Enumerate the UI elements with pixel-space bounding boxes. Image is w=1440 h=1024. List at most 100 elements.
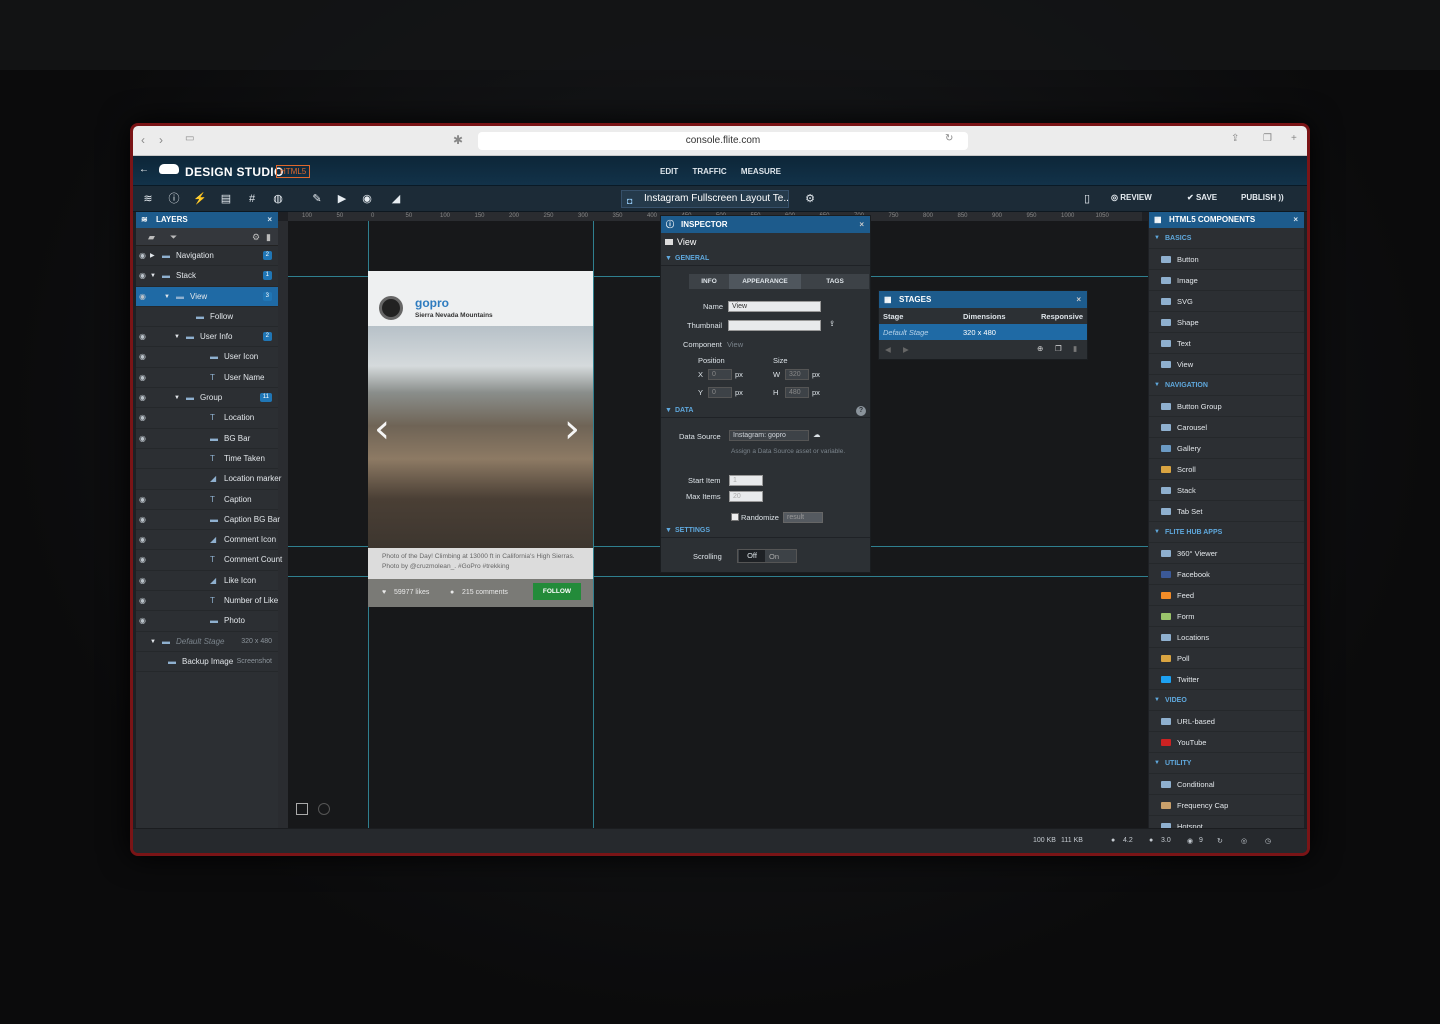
y-field[interactable]: 0 [708,387,732,398]
component-item[interactable]: Poll [1149,648,1304,669]
layer-row[interactable]: ◉ T Number of Like [136,591,278,612]
layer-row[interactable]: ◉ ▶ ▬ Navigation 2 [136,246,278,267]
visibility-icon[interactable]: ◉ [139,327,146,347]
name-field[interactable]: View [728,301,821,312]
component-group-header[interactable]: BASICS [1149,228,1304,249]
circle-icon[interactable] [318,803,330,815]
layer-row[interactable]: ◉ ▼ ▬ Stack 1 [136,266,278,287]
publish-button[interactable]: PUBLISH )) [1241,193,1284,202]
component-item[interactable]: Twitter [1149,669,1304,690]
scrolling-off[interactable]: Off [739,550,765,562]
component-item[interactable]: 360° Viewer [1149,543,1304,564]
play-icon[interactable]: ▶ [333,191,351,207]
layer-row[interactable]: ▬ Backup Image Screenshot [136,652,278,673]
help-icon[interactable]: ? [856,406,866,416]
component-group-header[interactable]: NAVIGATION [1149,375,1304,396]
start-item-field[interactable]: 1 [729,475,763,486]
lightning-icon[interactable]: ⚡ [191,191,209,207]
visibility-icon[interactable]: ◉ [139,611,146,631]
nav-edit[interactable]: EDIT [660,167,678,176]
visibility-icon[interactable]: ◉ [139,429,146,449]
align-icon[interactable]: ◢ [387,191,405,207]
new-tab-icon[interactable]: + [1291,133,1297,144]
layer-row[interactable]: ◉ T Caption [136,490,278,510]
back-arrow-icon[interactable]: ← [139,164,149,175]
component-item[interactable]: View [1149,354,1304,375]
close-icon[interactable]: × [1076,291,1081,308]
clock-icon[interactable]: ◷ [1265,837,1271,845]
duplicate-icon[interactable]: ❐ [1055,344,1062,353]
layer-row[interactable]: ◉ ▬ Photo [136,611,278,632]
follow-button[interactable]: FOLLOW [533,583,581,600]
folder-add-icon[interactable]: ▰ [148,232,155,243]
layer-row[interactable]: ◉ ▼ ▬ Group 11 [136,388,278,409]
settings-section[interactable]: ▼ SETTINGS [661,524,870,538]
component-item[interactable]: Gallery [1149,438,1304,459]
frame-icon[interactable] [296,803,308,815]
film-icon[interactable]: ▤ [217,191,235,207]
thumbnail-field[interactable] [728,320,821,331]
randomize-field[interactable]: result [783,512,823,523]
randomize-checkbox[interactable] [731,513,739,521]
trash-icon[interactable]: ▮ [1073,344,1077,353]
visibility-icon[interactable]: ◉ [139,530,146,550]
next-arrow-icon[interactable]: › [564,406,580,452]
next-icon[interactable]: ▶ [903,345,909,354]
component-item[interactable]: YouTube [1149,732,1304,753]
instagram-preview[interactable]: gopro Sierra Nevada Mountains ‹ › Photo … [368,271,593,607]
component-item[interactable]: Scroll [1149,459,1304,480]
prev-icon[interactable]: ◀ [885,345,891,354]
address-bar[interactable]: console.flite.com [478,132,968,150]
layer-row[interactable]: ◢ Location marker [136,469,281,490]
forward-icon[interactable]: › [159,133,163,147]
visibility-icon[interactable]: ◉ [139,266,146,286]
layer-row[interactable]: ◉ T Location [136,408,278,429]
reload-icon[interactable]: ↻ [945,133,953,144]
visibility-icon[interactable]: ◉ [139,510,146,530]
component-item[interactable]: Image [1149,270,1304,291]
expand-caret-icon[interactable]: ▼ [150,632,156,652]
layout-title[interactable]: ◘ Instagram Fullscreen Layout Te... [621,190,789,208]
back-icon[interactable]: ‹ [141,133,145,147]
visibility-icon[interactable]: ◉ [139,550,146,570]
component-item[interactable]: Button Group [1149,396,1304,417]
close-icon[interactable]: × [1293,212,1298,228]
layer-row[interactable]: ▼ ▬ Default Stage 320 x 480 [136,632,278,652]
review-button[interactable]: ◎ REVIEW [1111,193,1152,202]
stage-row[interactable]: Default Stage 320 x 480 [879,324,1087,340]
visibility-icon[interactable]: ◉ [139,246,146,266]
h-field[interactable]: 480 [785,387,809,398]
component-item[interactable]: Tab Set [1149,501,1304,522]
globe-icon[interactable]: ◍ [269,191,287,207]
visibility-icon[interactable]: ◉ [139,571,146,591]
component-item[interactable]: SVG [1149,291,1304,312]
expand-caret-icon[interactable]: ▼ [164,287,170,307]
gear-icon[interactable]: ⚙ [252,232,260,243]
prev-arrow-icon[interactable]: ‹ [374,406,390,452]
component-item[interactable]: Shape [1149,312,1304,333]
layer-row[interactable]: ◉ ▼ ▬ View 3 [136,286,278,307]
layer-row[interactable]: ◉ ▬ Caption BG Bar [136,510,280,531]
share-icon[interactable]: ⇪ [1231,133,1239,144]
x-field[interactable]: 0 [708,369,732,380]
expand-caret-icon[interactable]: ▼ [174,388,180,408]
component-group-header[interactable]: FLITE HUB APPS [1149,522,1304,543]
expand-caret-icon[interactable]: ▼ [150,266,156,286]
tab-tags[interactable]: TAGS [801,274,869,289]
layer-row[interactable]: T Time Taken [136,449,278,470]
component-item[interactable]: Form [1149,606,1304,627]
visibility-icon[interactable]: ◉ [139,287,146,307]
upload-icon[interactable]: ⇪ [829,319,835,328]
expand-caret-icon[interactable]: ▼ [174,327,180,347]
puzzle-icon[interactable]: ✱ [453,133,463,147]
component-item[interactable]: Stack [1149,480,1304,501]
layers-icon[interactable]: ≋ [139,191,157,207]
trash-icon[interactable]: ▮ [266,232,271,243]
component-item[interactable]: Button [1149,249,1304,270]
cloud-icon[interactable]: ☁ [813,430,821,439]
layer-row[interactable]: ◉ ◢ Like Icon [136,571,278,592]
expand-caret-icon[interactable]: ▶ [150,246,155,266]
component-item[interactable]: Locations [1149,627,1304,648]
layer-row[interactable]: ◉ T Comment Count [136,550,282,571]
tabs-icon[interactable]: ❐ [1263,133,1272,144]
